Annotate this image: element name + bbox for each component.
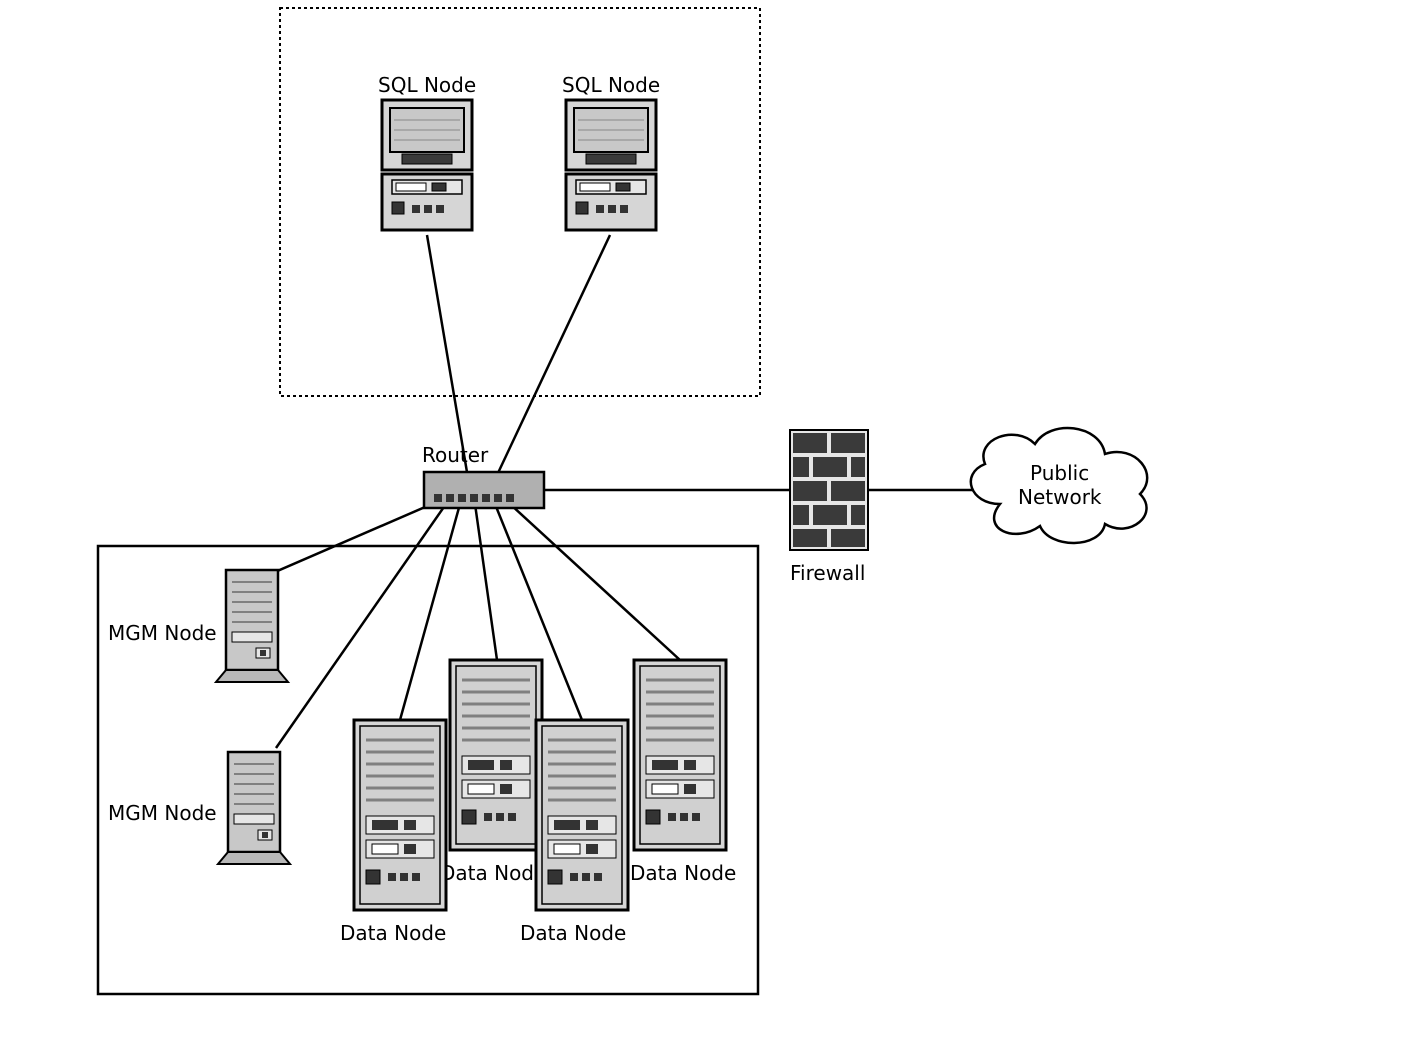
mgm-node-2-icon: [218, 752, 290, 864]
sql-node-2-icon: [566, 100, 656, 230]
sql-node-2-label: SQL Node: [562, 73, 660, 97]
edges: [252, 235, 986, 748]
network-diagram: Router Firewall Public Network SQL Node …: [0, 0, 1415, 1055]
data-node-1-icon: [354, 720, 446, 910]
public-network-label-1: Public: [1030, 461, 1089, 485]
firewall-icon: [790, 430, 868, 550]
router-label: Router: [422, 443, 489, 467]
data-node-2-label: Data Node: [440, 861, 546, 885]
mgm-node-2-label: MGM Node: [108, 801, 217, 825]
data-node-1-label: Data Node: [340, 921, 446, 945]
router-icon: [424, 472, 544, 508]
sql-node-1-label: SQL Node: [378, 73, 476, 97]
data-node-3-label: Data Node: [520, 921, 626, 945]
mgm-node-1-icon: [216, 570, 288, 682]
sql-node-1-icon: [382, 100, 472, 230]
public-network-label-2: Network: [1018, 485, 1102, 509]
data-node-4-icon: [634, 660, 726, 850]
sql-zone-box: [280, 8, 760, 396]
data-node-4-label: Data Node: [630, 861, 736, 885]
firewall-label: Firewall: [790, 561, 865, 585]
mgm-node-1-label: MGM Node: [108, 621, 217, 645]
data-node-3-icon: [536, 720, 628, 910]
data-node-2-icon: [450, 660, 542, 850]
